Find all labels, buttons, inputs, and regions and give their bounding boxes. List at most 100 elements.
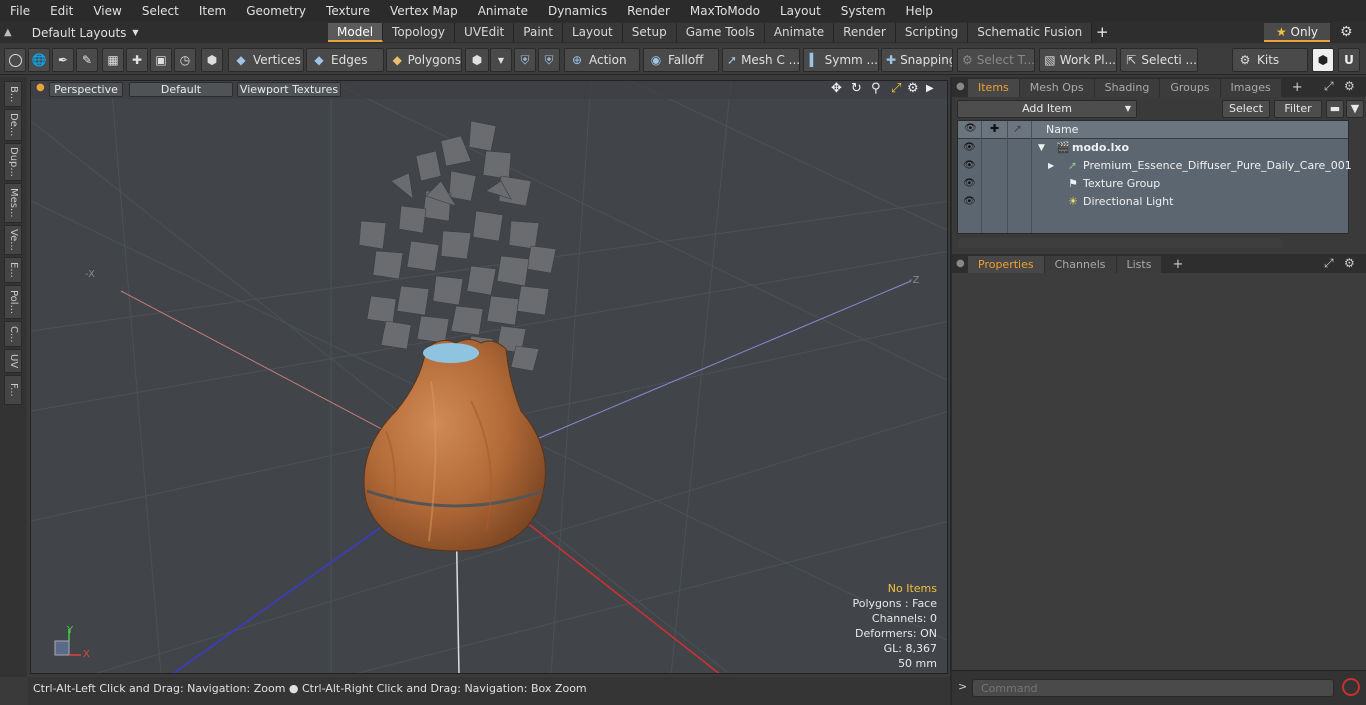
work-plane-button[interactable]: ▧ Work Pl...	[1039, 48, 1117, 72]
tab-schematic-fusion[interactable]: Schematic Fusion	[968, 23, 1093, 42]
left-tab-curve[interactable]: C...	[4, 321, 22, 347]
viewport-textures-button[interactable]: Viewport Textures	[237, 82, 341, 97]
left-tab-vertex[interactable]: Ve...	[4, 225, 22, 255]
view-type-button[interactable]: Perspective	[49, 82, 123, 97]
material-dropdown[interactable]: ▼	[490, 48, 512, 72]
select-circle-button[interactable]	[4, 48, 26, 72]
falloff-button[interactable]: ◉ Falloff	[643, 48, 719, 72]
left-tab-uv[interactable]: UV	[4, 349, 22, 373]
command-input[interactable]	[972, 679, 1334, 697]
menu-edit[interactable]: Edit	[40, 0, 83, 22]
pen-button[interactable]: ✒	[52, 48, 74, 72]
mesh-constraint-button[interactable]: ➚ Mesh C ...	[722, 48, 800, 72]
item-mode-button[interactable]: ⬢	[201, 48, 223, 72]
menu-vertex-map[interactable]: Vertex Map	[380, 0, 468, 22]
shading-mode-button[interactable]: Default	[129, 82, 233, 97]
only-toggle[interactable]: ★ Only	[1264, 23, 1330, 42]
symmetry-a-button[interactable]: ⛨	[514, 48, 536, 72]
frame-button[interactable]: ▣	[150, 48, 172, 72]
list-item-mesh[interactable]: 👁 ▶ ➚ Premium_Essence_Diffuser_Pure_Dail…	[958, 157, 1352, 175]
menu-geometry[interactable]: Geometry	[236, 0, 316, 22]
select-through-button[interactable]: ⚙ Select T...	[957, 48, 1035, 72]
snapping-button[interactable]: ✚ Snapping	[881, 48, 953, 72]
center-button[interactable]: ✚	[126, 48, 148, 72]
menu-system[interactable]: System	[831, 0, 896, 22]
left-tab-mesh-edit[interactable]: Mes...	[4, 183, 22, 223]
vertices-button[interactable]: ◆ Vertices	[228, 48, 304, 72]
left-tab-basic[interactable]: B...	[4, 81, 22, 107]
list-item-light[interactable]: 👁 ☀ Directional Light	[958, 193, 1348, 211]
menu-help[interactable]: Help	[896, 0, 943, 22]
selection-sets-button[interactable]: ⇱ Selecti ...	[1120, 48, 1198, 72]
tab-groups[interactable]: Groups	[1160, 79, 1220, 97]
filter-button[interactable]: Filter	[1274, 100, 1322, 118]
horizontal-scrollbar[interactable]	[958, 238, 1283, 248]
name-col-header[interactable]: Name	[1046, 123, 1078, 136]
align-button[interactable]: ▦	[102, 48, 124, 72]
tab-mesh-ops[interactable]: Mesh Ops	[1019, 79, 1094, 97]
action-center-button[interactable]: ⊕ Action	[564, 48, 640, 72]
3d-viewport[interactable]: -X -Z Y X ● Perspective Default Viewport…	[30, 80, 948, 674]
menu-animate[interactable]: Animate	[468, 0, 538, 22]
pan-icon[interactable]: ✥	[831, 81, 842, 96]
eye-icon[interactable]: 👁	[963, 193, 976, 211]
viewport-menu-icon[interactable]: ●	[36, 82, 45, 93]
record-icon[interactable]	[1342, 678, 1360, 696]
list-item-scene[interactable]: 👁 ▼ 🎬 modo.lxo	[958, 139, 1348, 157]
menu-view[interactable]: View	[83, 0, 131, 22]
add-panel-tab-button[interactable]: +	[1282, 79, 1313, 97]
gear-icon[interactable]: ⚙	[1344, 79, 1355, 93]
tab-game-tools[interactable]: Game Tools	[676, 23, 765, 42]
select-button[interactable]: Select	[1222, 100, 1270, 118]
menu-item[interactable]: Item	[189, 0, 236, 22]
edges-button[interactable]: ◆ Edges	[306, 48, 384, 72]
left-tab-fusion[interactable]: F...	[4, 375, 22, 405]
tab-properties[interactable]: Properties	[968, 256, 1044, 274]
maximize-icon[interactable]: ⤢	[1324, 256, 1334, 271]
gear-icon[interactable]: ⚙	[907, 81, 919, 96]
tab-uvedit[interactable]: UVEdit	[455, 23, 515, 42]
material-button[interactable]: ⬢	[465, 48, 489, 72]
eye-icon[interactable]: 👁	[963, 139, 976, 157]
symmetry-b-button[interactable]: ⛨	[538, 48, 560, 72]
collapse-button[interactable]: ▬	[1326, 100, 1344, 118]
tab-setup[interactable]: Setup	[622, 23, 677, 42]
layouts-dropdown[interactable]: ▲ Default Layouts ▼	[4, 22, 139, 43]
maximize-icon[interactable]: ⤢	[1324, 79, 1334, 94]
rotate-icon[interactable]: ↻	[851, 81, 862, 96]
unreal-button[interactable]: U	[1338, 48, 1360, 72]
add-tab-button[interactable]: +	[1092, 23, 1112, 42]
eye-icon[interactable]: 👁	[963, 175, 976, 193]
left-tab-duplicate[interactable]: Dup...	[4, 143, 22, 181]
expand-arrow-icon[interactable]: ▶	[1048, 157, 1054, 175]
cube-icon-button[interactable]: ⬢	[1312, 48, 1334, 72]
tab-lists[interactable]: Lists	[1116, 256, 1162, 274]
menu-file[interactable]: File	[0, 0, 40, 22]
polygons-button[interactable]: ◆ Polygons	[386, 48, 462, 72]
brush-button[interactable]: ✎	[76, 48, 98, 72]
funnel-button[interactable]: ▼	[1346, 100, 1364, 118]
menu-texture[interactable]: Texture	[316, 0, 380, 22]
gear-icon[interactable]: ⚙	[1344, 256, 1355, 270]
left-tab-polygon[interactable]: Pol...	[4, 285, 22, 319]
menu-select[interactable]: Select	[132, 0, 189, 22]
gear-icon[interactable]: ⚙	[1340, 24, 1353, 40]
panel-menu-icon[interactable]: ●	[956, 258, 965, 269]
tab-topology[interactable]: Topology	[383, 23, 456, 42]
add-panel-tab-button[interactable]: +	[1162, 256, 1193, 274]
tab-paint[interactable]: Paint	[514, 23, 563, 42]
globe-button[interactable]: 🌐	[28, 48, 50, 72]
menu-dynamics[interactable]: Dynamics	[538, 0, 617, 22]
tab-scripting[interactable]: Scripting	[895, 23, 969, 42]
list-item-texture-group[interactable]: 👁 ⚑ Texture Group	[958, 175, 1348, 193]
panel-menu-icon[interactable]: ●	[956, 81, 965, 92]
tab-animate[interactable]: Animate	[764, 23, 835, 42]
left-tab-deform[interactable]: De...	[4, 109, 22, 141]
tab-layout[interactable]: Layout	[562, 23, 623, 42]
menu-render[interactable]: Render	[617, 0, 680, 22]
add-item-button[interactable]: Add Item ▼	[957, 100, 1137, 118]
collapse-arrow-icon[interactable]: ▼	[1038, 139, 1045, 157]
symmetry-button[interactable]: ▍ Symm ...	[803, 48, 879, 72]
tab-channels[interactable]: Channels	[1044, 256, 1116, 274]
menu-layout[interactable]: Layout	[770, 0, 831, 22]
